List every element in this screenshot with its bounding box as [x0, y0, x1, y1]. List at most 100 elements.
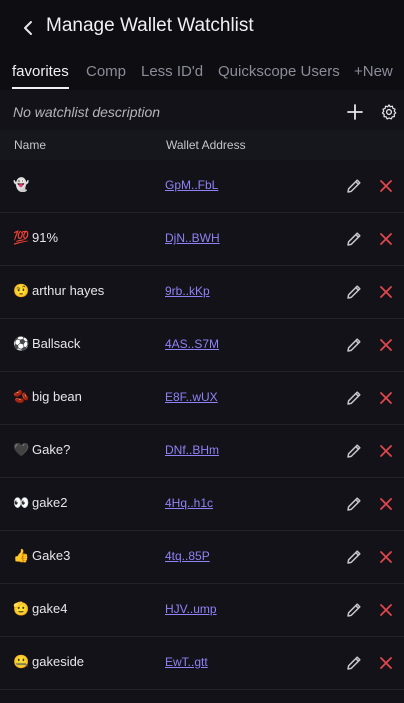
wallet-address-link[interactable]: E8F..wUX — [165, 390, 218, 404]
new-watchlist-button[interactable]: +New — [354, 62, 393, 82]
wallet-name-label: big bean — [32, 389, 82, 404]
ghost-emoji: 👻 — [13, 178, 30, 193]
wallet-name-label: 91% — [32, 230, 59, 245]
wallet-name: 👍 Gake3 — [13, 548, 70, 564]
table-row: 🫡 gake4 HJV..ump — [0, 584, 404, 637]
edit-button[interactable] — [345, 336, 363, 354]
wallet-address-link[interactable]: DNf..BHm — [165, 443, 219, 457]
wallet-list: 👻 GpM..FbL 💯 91% DjN..BWH 🤨 arthur hayes 9… — [0, 160, 404, 690]
plus-icon — [347, 104, 363, 120]
wallet-name: 🫡 gake4 — [13, 601, 67, 617]
wallet-address-link[interactable]: DjN..BWH — [165, 231, 220, 245]
delete-button[interactable] — [378, 390, 394, 406]
watchlist-tabs: favorites Comp Less ID'd Quickscope User… — [0, 56, 404, 90]
eyes-emoji: 👀 — [13, 496, 30, 511]
delete-button[interactable] — [378, 337, 394, 353]
chevron-left-icon — [24, 21, 32, 35]
soccer-ball-emoji: ⚽ — [13, 337, 30, 352]
watchlist-panel: Manage Wallet Watchlist favorites Comp L… — [0, 0, 404, 703]
edit-button[interactable] — [345, 654, 363, 672]
table-row: 👀 gake2 4Hq..h1c — [0, 478, 404, 531]
pencil-icon — [347, 497, 361, 511]
close-icon — [380, 339, 392, 351]
close-icon — [380, 657, 392, 669]
wallet-name-label: Gake3 — [32, 548, 71, 563]
close-icon — [380, 233, 392, 245]
pencil-icon — [347, 550, 361, 564]
hundred-points-emoji: 💯 — [13, 231, 30, 246]
delete-button[interactable] — [378, 655, 394, 671]
back-button[interactable] — [18, 18, 40, 38]
edit-button[interactable] — [345, 283, 363, 301]
edit-button[interactable] — [345, 548, 363, 566]
close-icon — [380, 180, 392, 192]
table-row: ⚽ Ballsack 4AS..S7M — [0, 319, 404, 372]
table-row: 🤐 gakeside EwT..gtt — [0, 637, 404, 690]
raised-eyebrow-emoji: 🤨 — [13, 284, 30, 299]
table-header: Name Wallet Address — [0, 130, 404, 161]
wallet-address-link[interactable]: 4AS..S7M — [165, 337, 219, 351]
wallet-address-link[interactable]: 4Hq..h1c — [165, 496, 213, 510]
wallet-name: 👀 gake2 — [13, 495, 67, 511]
table-row: 🤨 arthur hayes 9rb..kKp — [0, 266, 404, 319]
table-row: 👻 GpM..FbL — [0, 160, 404, 213]
saluting-face-emoji: 🫡 — [13, 602, 30, 617]
wallet-name: 🤐 gakeside — [13, 654, 84, 670]
delete-button[interactable] — [378, 549, 394, 565]
pencil-icon — [347, 232, 361, 246]
header: Manage Wallet Watchlist — [0, 0, 404, 56]
wallet-address-link[interactable]: GpM..FbL — [165, 178, 218, 192]
delete-button[interactable] — [378, 496, 394, 512]
edit-button[interactable] — [345, 389, 363, 407]
pencil-icon — [347, 338, 361, 352]
column-name: Name — [14, 138, 47, 152]
wallet-name-label: gakeside — [32, 654, 85, 669]
delete-button[interactable] — [378, 178, 394, 194]
edit-button[interactable] — [345, 177, 363, 195]
wallet-name: ⚽ Ballsack — [13, 336, 80, 352]
wallet-name-label: arthur hayes — [32, 283, 105, 298]
tab-favorites[interactable]: favorites — [12, 62, 69, 89]
wallet-address-link[interactable]: 4tq..85P — [165, 549, 210, 563]
wallet-name: 🤨 arthur hayes — [13, 283, 104, 299]
table-row: 👍 Gake3 4tq..85P — [0, 531, 404, 584]
wallet-address-link[interactable]: EwT..gtt — [165, 655, 208, 669]
pencil-icon — [347, 603, 361, 617]
close-icon — [380, 604, 392, 616]
table-row: 🫘 big bean E8F..wUX — [0, 372, 404, 425]
wallet-name: 💯 91% — [13, 230, 58, 246]
table-row: 🖤 Gake? DNf..BHm — [0, 425, 404, 478]
tab-quickscope-users[interactable]: Quickscope Users — [218, 62, 340, 87]
edit-button[interactable] — [345, 601, 363, 619]
gear-icon — [381, 104, 397, 120]
tab-less-idd[interactable]: Less ID'd — [141, 62, 203, 87]
close-icon — [380, 392, 392, 404]
tab-comp[interactable]: Comp — [86, 62, 126, 87]
close-icon — [380, 286, 392, 298]
edit-button[interactable] — [345, 230, 363, 248]
settings-button[interactable] — [380, 103, 398, 121]
delete-button[interactable] — [378, 602, 394, 618]
thumbs-up-emoji: 👍 — [13, 549, 30, 564]
black-heart-emoji: 🖤 — [13, 443, 30, 458]
edit-button[interactable] — [345, 442, 363, 460]
edit-button[interactable] — [345, 495, 363, 513]
wallet-address-link[interactable]: HJV..ump — [165, 602, 217, 616]
wallet-name: 👻 — [13, 177, 32, 193]
watchlist-description: No watchlist description — [13, 104, 161, 120]
delete-button[interactable] — [378, 231, 394, 247]
wallet-name: 🫘 big bean — [13, 389, 82, 405]
pencil-icon — [347, 656, 361, 670]
close-icon — [380, 445, 392, 457]
close-icon — [380, 551, 392, 563]
pencil-icon — [347, 285, 361, 299]
zipper-mouth-emoji: 🤐 — [13, 655, 30, 670]
beans-emoji: 🫘 — [13, 390, 30, 405]
table-row: 💯 91% DjN..BWH — [0, 213, 404, 266]
delete-button[interactable] — [378, 284, 394, 300]
delete-button[interactable] — [378, 443, 394, 459]
wallet-address-link[interactable]: 9rb..kKp — [165, 284, 210, 298]
wallet-name: 🖤 Gake? — [13, 442, 70, 458]
add-wallet-button[interactable] — [346, 103, 364, 121]
wallet-name-label: Gake? — [32, 442, 71, 457]
